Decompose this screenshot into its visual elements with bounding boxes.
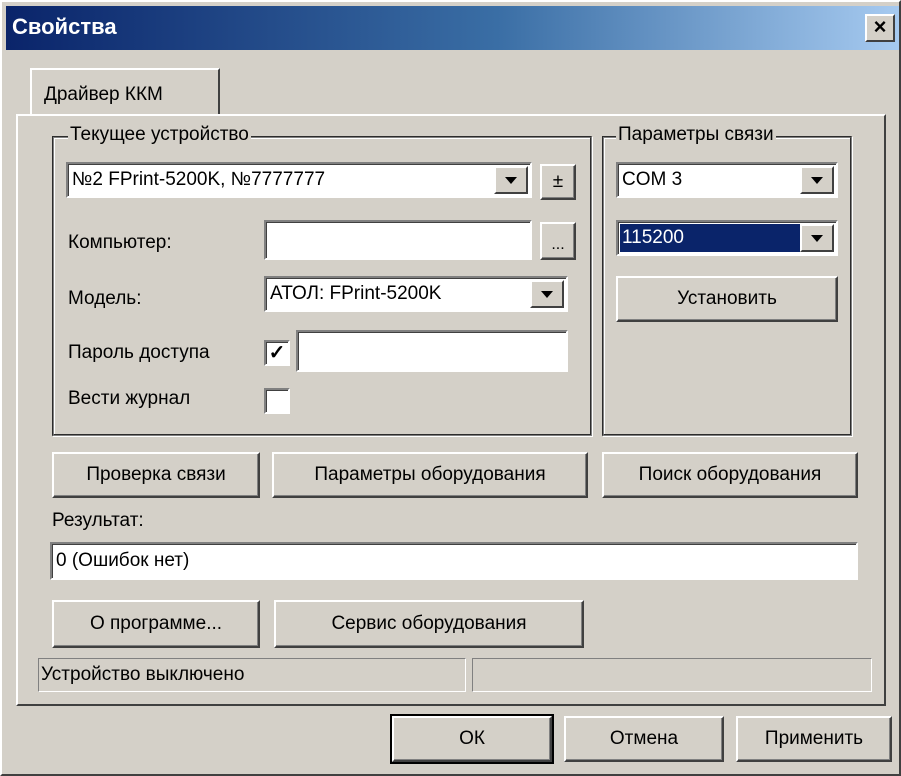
equipment-service-label: Сервис оборудования: [331, 613, 527, 634]
set-connection-button[interactable]: Установить: [616, 276, 838, 322]
model-label: Модель:: [68, 288, 142, 309]
cancel-button[interactable]: Отмена: [564, 716, 724, 762]
chevron-down-icon[interactable]: [800, 224, 834, 252]
check-connection-button[interactable]: Проверка связи: [52, 452, 260, 498]
check-connection-label: Проверка связи: [86, 464, 226, 485]
ellipsis-icon: ...: [551, 236, 565, 253]
cancel-label: Отмена: [609, 728, 679, 749]
computer-input[interactable]: [264, 220, 532, 260]
log-label: Вести журнал: [68, 388, 191, 409]
equipment-params-label: Параметры оборудования: [314, 464, 546, 485]
apply-button[interactable]: Применить: [736, 716, 892, 762]
window-title: Свойства: [12, 14, 117, 39]
device-select-value: №2 FPrint-5200K, №7777777: [72, 169, 326, 190]
properties-window: Свойства × Драйвер ККМ Текущее устройств…: [0, 0, 901, 776]
password-label: Пароль доступа: [68, 342, 210, 363]
about-button[interactable]: О программе...: [52, 600, 260, 648]
tab-panel: Текущее устройство №2 FPrint-5200K, №777…: [16, 114, 886, 706]
chevron-down-icon[interactable]: [530, 280, 564, 308]
equipment-params-button[interactable]: Параметры оборудования: [272, 452, 588, 498]
set-connection-label: Установить: [677, 288, 777, 309]
tab-kkm-driver[interactable]: Драйвер ККМ: [30, 68, 220, 116]
status-left-text: Устройство выключено: [41, 664, 245, 685]
chevron-down-icon[interactable]: [800, 166, 834, 194]
add-remove-device-button[interactable]: ±: [540, 164, 576, 200]
result-field[interactable]: 0 (Ошибок нет): [50, 542, 858, 580]
log-checkbox[interactable]: [264, 388, 290, 414]
check-icon: ✓: [268, 342, 286, 364]
model-select[interactable]: АТОЛ: FPrint-5200K: [264, 276, 568, 312]
status-left: Устройство выключено: [38, 658, 466, 692]
status-right: [472, 658, 872, 692]
plus-minus-icon: ±: [552, 171, 564, 192]
equipment-service-button[interactable]: Сервис оборудования: [274, 600, 584, 648]
result-label: Результат:: [52, 510, 144, 531]
current-device-legend: Текущее устройство: [68, 124, 251, 146]
tab-label: Драйвер ККМ: [44, 84, 163, 105]
password-input[interactable]: [296, 330, 568, 372]
search-equipment-button[interactable]: Поиск оборудования: [602, 452, 858, 498]
port-select-value: COM 3: [622, 169, 683, 190]
model-select-value: АТОЛ: FPrint-5200K: [270, 283, 442, 304]
baud-select[interactable]: 115200: [616, 220, 838, 256]
title-bar[interactable]: Свойства ×: [6, 6, 899, 50]
device-select[interactable]: №2 FPrint-5200K, №7777777: [66, 162, 532, 198]
chevron-down-icon[interactable]: [494, 166, 528, 194]
password-checkbox[interactable]: ✓: [264, 340, 290, 366]
browse-computer-button[interactable]: ...: [540, 222, 576, 260]
close-icon: ×: [873, 14, 887, 39]
close-button[interactable]: ×: [865, 14, 895, 42]
baud-select-value: 115200: [620, 224, 802, 252]
port-select[interactable]: COM 3: [616, 162, 838, 198]
connection-legend: Параметры связи: [616, 124, 776, 146]
ok-button[interactable]: ОК: [390, 714, 554, 764]
apply-label: Применить: [764, 728, 864, 749]
about-label: О программе...: [89, 613, 223, 634]
search-equipment-label: Поиск оборудования: [638, 464, 822, 485]
computer-label: Компьютер:: [68, 232, 172, 253]
ok-label: ОК: [459, 728, 485, 749]
result-value: 0 (Ошибок нет): [56, 550, 190, 571]
